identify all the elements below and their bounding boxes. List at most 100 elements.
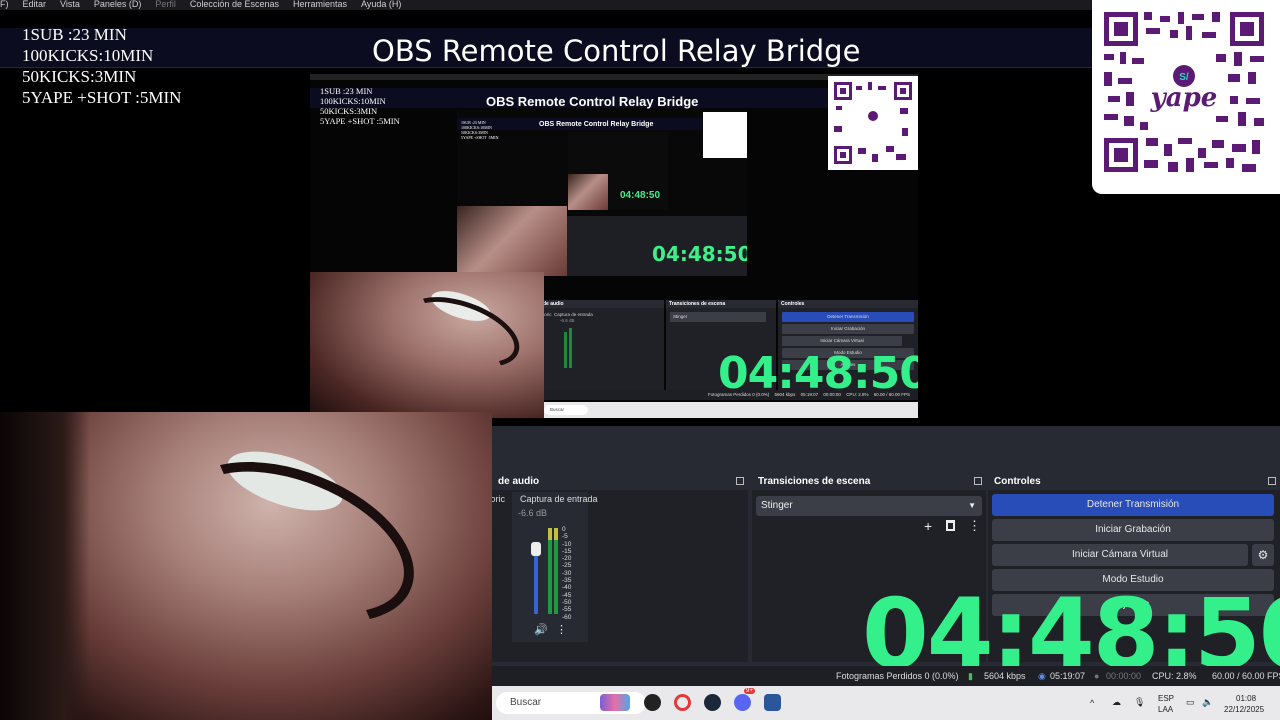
- yape-badge: S/: [1179, 72, 1189, 83]
- transitions-title-text: Transiciones de escena: [758, 476, 871, 487]
- transition-menu-icon[interactable]: ⋮: [968, 518, 981, 534]
- word-icon[interactable]: [764, 694, 781, 711]
- nested-overlay-rules: 1SUB :23 MIN 100KICKS:10MIN 50KICKS:3MIN…: [320, 86, 400, 126]
- nested-stop-stream-button[interactable]: Detener Transmisión: [782, 312, 914, 322]
- nested-clock-2: 04:48:50: [652, 242, 747, 266]
- menu-item-docks[interactable]: Paneles (D): [94, 0, 142, 10]
- nested-title: OBS Remote Control Relay Bridge: [486, 94, 699, 109]
- obs-icon[interactable]: [644, 694, 661, 711]
- nested-overlay-line: 5YAPE +SHOT :5MIN: [461, 135, 499, 140]
- nested-audio-db: -6.6 dB: [560, 318, 575, 323]
- keyboard-layout[interactable]: LAA: [1158, 705, 1173, 714]
- db-scale-label: -25: [562, 562, 572, 570]
- overlay-line: 5YAPE +SHOT :5MIN: [22, 88, 182, 107]
- mute-icon[interactable]: 🔊: [534, 623, 548, 636]
- db-scale-label: -45: [562, 591, 572, 599]
- windows-taskbar: Buscar 9+ ^ ☁ 🎙 ESP LAA ▭ 🔈 01:08 22/12/…: [492, 686, 1280, 720]
- db-scale-label: -55: [562, 606, 572, 614]
- start-virtual-camera-button[interactable]: Iniciar Cámara Virtual: [992, 544, 1248, 566]
- nested-transitions-title: Transiciones de escena: [666, 300, 776, 308]
- menu-item-scene-collection[interactable]: Colección de Escenas: [190, 0, 279, 10]
- nested-overlay-line: 50KICKS:3MIN: [320, 106, 378, 116]
- audio-mixer-title: de audio: [492, 474, 748, 490]
- mic-icon[interactable]: 🎙: [1134, 697, 1145, 708]
- volume-icon[interactable]: 🔈: [1202, 697, 1213, 708]
- nested-overlay-line: 5YAPE +SHOT :5MIN: [320, 116, 400, 126]
- fps: 60.00 / 60.00 FPS: [1212, 671, 1280, 681]
- nested-audio-meter: [564, 332, 567, 368]
- audio-channel: Captura de entrada -6.6 dB 0 -5 -10 -15 -20-…: [512, 492, 598, 642]
- nested-status-dropped: Fotogramas Perdidos 0 (0.0%): [708, 392, 770, 397]
- db-scale-label: 0: [562, 526, 566, 533]
- face-detail: [0, 412, 90, 720]
- virtual-camera-settings-icon[interactable]: ⚙: [1252, 544, 1274, 566]
- record-icon: ●: [1094, 671, 1100, 681]
- nested-menubar: [310, 74, 918, 80]
- add-transition-icon[interactable]: +: [924, 518, 932, 534]
- nested-face-2: [457, 206, 567, 276]
- dock-popout-icon[interactable]: [974, 477, 982, 485]
- signal-icon: ▮: [968, 671, 973, 681]
- menu-item-view[interactable]: Vista: [60, 0, 80, 10]
- nested-search-box[interactable]: Buscar: [544, 405, 588, 415]
- yape-logo: yape: [1150, 83, 1218, 113]
- nested-taskbar: Buscar: [540, 402, 918, 418]
- transition-select[interactable]: Stinger ▼: [756, 496, 982, 516]
- discord-icon[interactable]: [734, 694, 751, 711]
- nested-preview-3: 04:48:50: [568, 132, 668, 210]
- menu-item-profile[interactable]: Perfil: [155, 0, 176, 10]
- nested-overlay-line: 100KICKS:10MIN: [320, 96, 386, 106]
- dock-popout-icon[interactable]: [736, 477, 744, 485]
- nested-clock-3: 04:48:50: [620, 190, 661, 201]
- delete-transition-icon[interactable]: [946, 520, 955, 531]
- volume-slider-track[interactable]: [531, 542, 541, 614]
- nested-face-3: [568, 174, 608, 210]
- nested-title-2: OBS Remote Control Relay Bridge: [539, 121, 654, 128]
- audio-db-scale: 0 -5 -10 -15 -20 -25 -30 -35 -40 -45 -50 -55 -60: [562, 526, 571, 621]
- search-placeholder: Buscar: [510, 697, 542, 708]
- nested-status-fps: 60.00 / 60.00 FPS: [873, 392, 910, 397]
- qr-icon: [834, 82, 912, 164]
- db-scale-label: -5: [562, 533, 568, 541]
- audio-meter-right: [554, 528, 558, 614]
- db-scale-label: -60: [562, 613, 572, 621]
- yape-qr-code: S/ yape: [1092, 0, 1280, 194]
- audio-menu-icon[interactable]: ⋮: [556, 623, 567, 636]
- audio-db-value: -6.6 dB: [518, 508, 548, 518]
- transitions-title: Transiciones de escena: [752, 474, 986, 490]
- stop-stream-button[interactable]: Detener Transmisión: [992, 494, 1274, 516]
- nested-transition-select[interactable]: Stinger: [670, 312, 766, 322]
- menu-item-help[interactable]: Ayuda (H): [361, 0, 401, 10]
- nested-overlay-line: 1SUB :23 MIN: [320, 86, 373, 96]
- nested-status-time: 05:19:07: [800, 392, 819, 397]
- tray-cloud-icon[interactable]: ☁: [1112, 697, 1121, 708]
- menu-item-edit[interactable]: Editar: [23, 0, 47, 10]
- nested-qr-code-2: [703, 112, 747, 158]
- volume-slider-handle[interactable]: [531, 542, 541, 556]
- menu-item-file[interactable]: F): [0, 0, 9, 10]
- tray-chevron-icon[interactable]: ^: [1090, 698, 1094, 708]
- nested-status-kbps: 5604 kbps: [774, 392, 796, 397]
- start-recording-button[interactable]: Iniciar Grabación: [992, 519, 1274, 541]
- dock-popout-icon[interactable]: [1268, 477, 1276, 485]
- language-label[interactable]: ESP: [1158, 694, 1174, 703]
- clock-date[interactable]: 22/12/2025: [1224, 705, 1264, 714]
- stream-time: 05:19:07: [1050, 671, 1086, 681]
- nested-virtual-cam-button[interactable]: Iniciar Cámara Virtual: [782, 336, 902, 346]
- clock-time[interactable]: 01:08: [1236, 694, 1256, 703]
- controls-title-text: Controles: [994, 476, 1041, 487]
- opera-icon[interactable]: [674, 694, 691, 711]
- steam-icon[interactable]: [704, 694, 721, 711]
- webcam-face-main: [0, 412, 492, 720]
- controls-title: Controles: [988, 474, 1280, 490]
- display-icon[interactable]: ▭: [1186, 697, 1195, 708]
- menu-item-tools[interactable]: Herramientas: [293, 0, 347, 10]
- nested-start-recording-button[interactable]: Iniciar Grabación: [782, 324, 914, 334]
- widget-icon[interactable]: [600, 694, 630, 711]
- nested-audio-dock: de audio Captura de entrada itoric -6.6 …: [540, 300, 664, 390]
- banner-title: OBS Remote Control Relay Bridge: [372, 34, 861, 68]
- overlay-rules: 1SUB :23 MIN 100KICKS:10MIN 50KICKS:3MIN…: [22, 24, 181, 108]
- record-time: 00:00:00: [1106, 671, 1142, 681]
- webcam-face-mid: [310, 272, 544, 418]
- audio-mixer-title-text: de audio: [498, 476, 540, 487]
